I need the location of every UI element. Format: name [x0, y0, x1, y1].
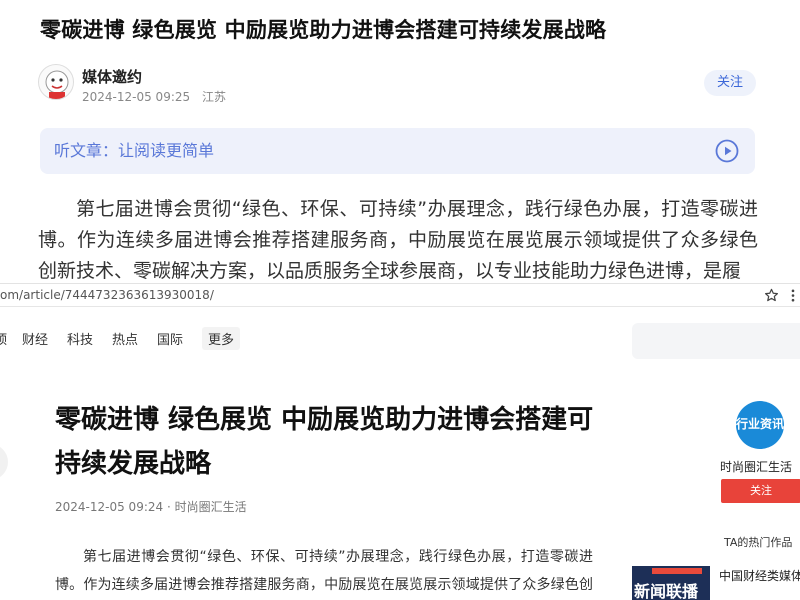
- author-name[interactable]: 媒体邀约: [82, 66, 142, 87]
- author-meta: 2024-12-05 09:25 江苏: [82, 88, 226, 105]
- hot-work-thumbnail[interactable]: 新闻联播: [632, 566, 710, 600]
- hot-work-title[interactable]: 中国财经类媒体: [719, 567, 800, 584]
- thumbnail-banner: [652, 568, 702, 574]
- sidebar-follow-button[interactable]: 关注: [721, 479, 800, 503]
- listen-article-bar[interactable]: 听文章：让阅读更简单: [40, 128, 755, 174]
- article-title: 零碳进博 绿色展览 中励展览助力进博会搭建可持续发展战略: [55, 405, 594, 479]
- browser-address-bar[interactable]: om/article/7444732363613930018/: [0, 283, 800, 307]
- author-logo-text: 行业资讯: [736, 417, 784, 431]
- article-meta: 2024-12-05 09:24 · 时尚圈汇生活: [55, 500, 247, 514]
- nav-item-hot[interactable]: 热点: [112, 329, 138, 348]
- avatar-cartoon-icon: [45, 70, 69, 99]
- top-article-body: 第七届进博会贯彻“绿色、环保、可持续”办展理念，践行绿色办展，打造零碳进博。作为…: [38, 198, 758, 282]
- nav-item-more[interactable]: 更多: [202, 327, 241, 350]
- listen-label: 听文章：让阅读更简单: [54, 141, 215, 160]
- author-logo[interactable]: 行业资讯: [736, 401, 784, 449]
- nav-item-international[interactable]: 国际: [157, 329, 183, 348]
- hot-works-heading: TA的热门作品: [724, 536, 793, 549]
- nav-item-tech[interactable]: 科技: [67, 329, 93, 348]
- author-avatar[interactable]: [38, 64, 74, 100]
- article-body: 第七届进博会贯彻“绿色、环保、可持续”办展理念，践行绿色办展，打造零碳进博。作为…: [55, 549, 593, 593]
- play-icon[interactable]: [715, 139, 739, 163]
- url-text[interactable]: om/article/7444732363613930018/: [0, 284, 214, 307]
- nav-item-home[interactable]: 顶: [0, 329, 7, 348]
- sidebar-author-name[interactable]: 时尚圈汇生活: [720, 458, 792, 475]
- top-article-title: 零碳进博 绿色展览 中励展览助力进博会搭建可持续发展战略: [40, 18, 607, 42]
- bookmark-star-icon[interactable]: [764, 288, 779, 303]
- prev-arrow-button[interactable]: [0, 444, 8, 480]
- search-input[interactable]: [632, 323, 800, 359]
- publish-date: 2024-12-05 09:25: [82, 90, 191, 104]
- top-article-panel: 零碳进博 绿色展览 中励展览助力进博会搭建可持续发展战略 媒体邀约 2024-1…: [0, 0, 800, 283]
- publish-location: 江苏: [201, 90, 226, 104]
- thumbnail-text: 新闻联播: [634, 582, 699, 600]
- author-row: 媒体邀约 2024-12-05 09:25 江苏 关注: [38, 64, 756, 104]
- follow-button[interactable]: 关注: [704, 70, 756, 96]
- browser-menu-icon[interactable]: [789, 288, 797, 303]
- site-nav: 顶 财经 科技 热点 国际 更多: [0, 307, 800, 367]
- nav-item-finance[interactable]: 财经: [22, 329, 48, 348]
